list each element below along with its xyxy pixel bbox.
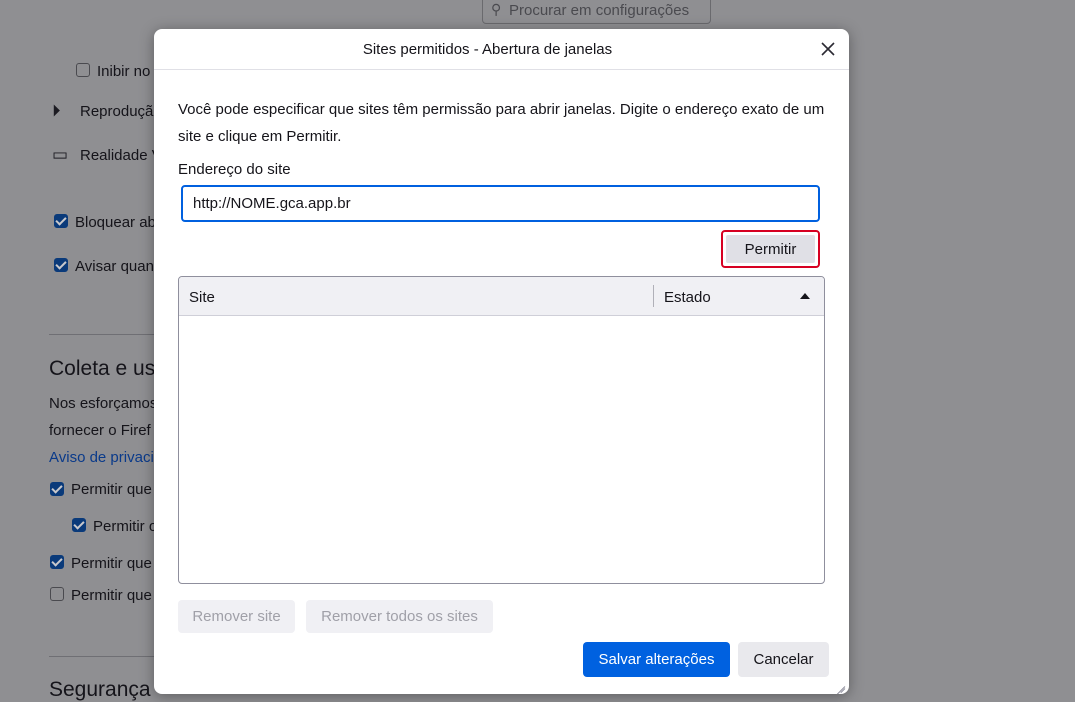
checkbox-checked[interactable]: [54, 214, 68, 228]
close-button[interactable]: [816, 37, 840, 61]
address-label: Endereço do site: [178, 161, 291, 178]
close-icon: [821, 42, 835, 56]
separator: [49, 334, 154, 335]
bg-row-label: Realidade V: [80, 147, 162, 164]
allow-button[interactable]: Permitir: [721, 230, 820, 268]
column-header-status[interactable]: Estado: [664, 289, 711, 306]
checkbox-checked[interactable]: [72, 518, 86, 532]
section-text: fornecer o Firef: [49, 422, 151, 439]
section-text: Nos esforçamos: [49, 395, 158, 412]
bg-row-label: Bloquear ab: [75, 214, 156, 231]
bg-row-label: Inibir no: [97, 63, 151, 80]
bg-row-label: Permitir o: [93, 518, 158, 535]
sites-table: Site Estado: [178, 276, 825, 584]
settings-search-field[interactable]: ⚲ Procurar em configurações: [482, 0, 711, 24]
separator: [49, 656, 154, 657]
bg-row-label: Permitir que: [71, 481, 152, 498]
checkbox-unchecked[interactable]: [76, 63, 90, 77]
column-divider[interactable]: [653, 285, 654, 307]
remove-all-sites-button[interactable]: Remover todos os sites: [306, 600, 493, 633]
checkbox-checked[interactable]: [50, 482, 64, 496]
bg-row-label: Permitir que: [71, 555, 152, 572]
bg-row-label: Permitir que: [71, 587, 152, 604]
bg-row-label: Reproduçã: [80, 103, 154, 120]
save-changes-button[interactable]: Salvar alterações: [583, 642, 730, 677]
search-icon: ⚲: [491, 1, 502, 17]
bg-row-label: Avisar quan: [75, 258, 154, 275]
dialog-title: Sites permitidos - Abertura de janelas: [362, 41, 613, 58]
sort-ascending-icon: [800, 293, 810, 299]
allowed-sites-dialog: Sites permitidos - Abertura de janelas V…: [154, 29, 849, 694]
settings-search-placeholder: Procurar em configurações: [509, 2, 690, 19]
dialog-description: Você pode especificar que sites têm perm…: [178, 101, 825, 145]
checkbox-unchecked[interactable]: [50, 587, 64, 601]
checkbox-checked[interactable]: [50, 555, 64, 569]
table-header: Site Estado: [179, 277, 824, 316]
privacy-link[interactable]: Aviso de privaci: [49, 449, 154, 466]
remove-site-button[interactable]: Remover site: [178, 600, 295, 633]
autoplay-icon: ⏵: [52, 101, 61, 120]
allow-button-label: Permitir: [726, 235, 815, 263]
section-heading: Coleta e uso: [49, 357, 167, 380]
site-address-input[interactable]: [181, 185, 820, 222]
checkbox-checked[interactable]: [54, 258, 68, 272]
table-body[interactable]: [179, 316, 824, 583]
resize-grip-icon[interactable]: [831, 676, 847, 694]
dialog-header: Sites permitidos - Abertura de janelas: [154, 29, 849, 70]
column-header-site[interactable]: Site: [189, 289, 215, 306]
section-heading: Segurança: [49, 678, 151, 701]
vr-headset-icon: ▭: [52, 145, 69, 164]
cancel-button[interactable]: Cancelar: [738, 642, 829, 677]
